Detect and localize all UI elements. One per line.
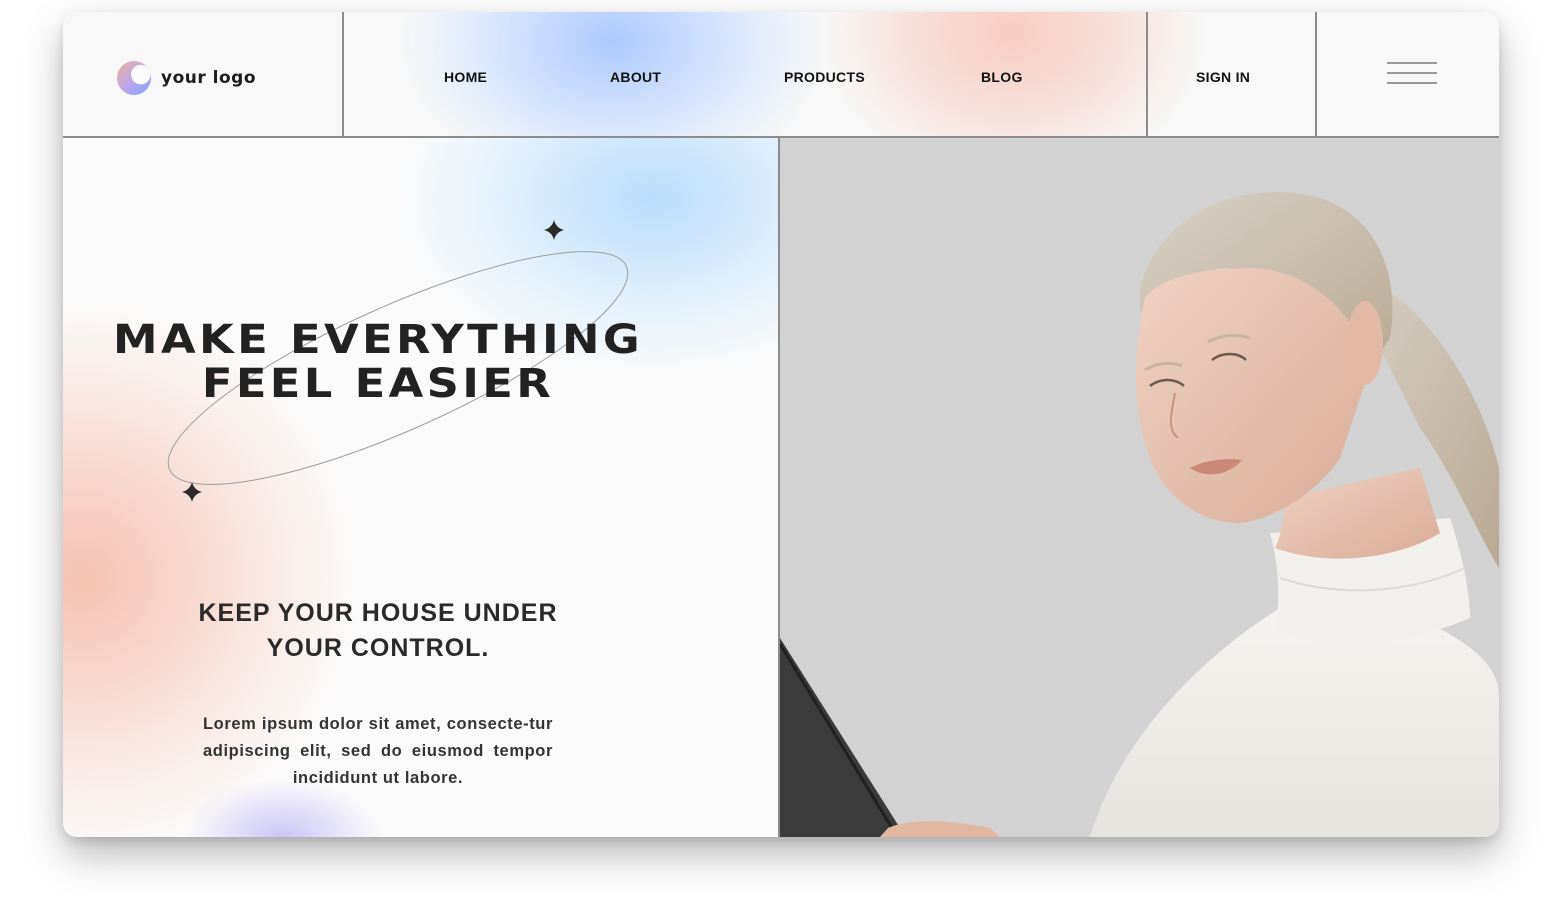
header-divider <box>1315 12 1317 136</box>
hero-text-panel: MAKE EVERYTHING FEEL EASIER KEEP YOUR HO… <box>63 138 778 837</box>
nav-blog-link[interactable]: BLOG <box>981 69 1023 85</box>
logo-mark-icon <box>117 61 151 95</box>
nav-products-link[interactable]: PRODUCTS <box>784 69 865 85</box>
hero-subtitle-line: KEEP YOUR HOUSE UNDER <box>198 599 558 627</box>
hero-photo <box>780 138 1499 837</box>
site-logo[interactable]: your logo <box>117 61 256 95</box>
site-header: your logo HOME ABOUT PRODUCTS BLOG SIGN … <box>63 12 1499 138</box>
sign-in-link[interactable]: SIGN IN <box>1196 69 1250 85</box>
woman-in-white-turtleneck-photo <box>780 192 1499 837</box>
sparkle-star-icon <box>182 482 202 502</box>
hamburger-menu-icon[interactable] <box>1387 60 1439 88</box>
hero-subtitle: KEEP YOUR HOUSE UNDER YOUR CONTROL. <box>183 596 573 666</box>
header-divider <box>342 12 344 136</box>
hero-title: MAKE EVERYTHING FEEL EASIER <box>70 318 686 406</box>
sparkle-star-icon <box>544 220 564 240</box>
landing-page-frame: your logo HOME ABOUT PRODUCTS BLOG SIGN … <box>63 12 1499 837</box>
nav-about-link[interactable]: ABOUT <box>610 69 661 85</box>
header-divider <box>1146 12 1148 136</box>
hero-body-text: Lorem ipsum dolor sit amet, consecte-tur… <box>203 714 553 787</box>
hero-title-line: FEEL EASIER <box>201 361 555 407</box>
nav-home-link[interactable]: HOME <box>444 69 487 85</box>
logo-text: your logo <box>161 68 257 88</box>
hero-title-line: MAKE EVERYTHING <box>113 317 643 363</box>
hero-subtitle-line: YOUR CONTROL. <box>266 634 490 662</box>
